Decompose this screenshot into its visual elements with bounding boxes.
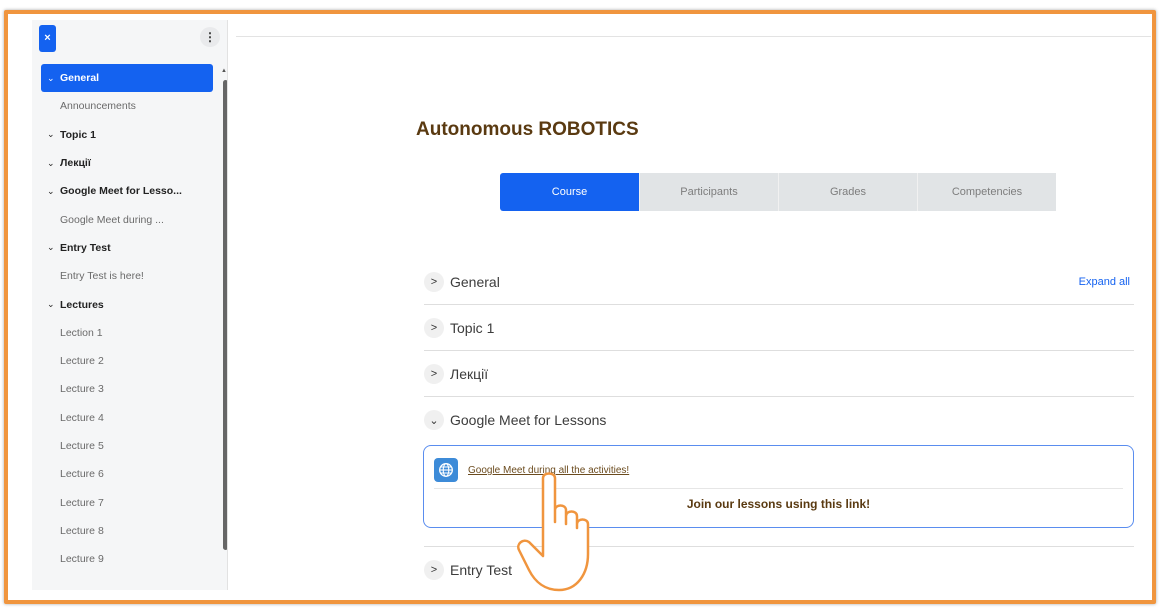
tab-course[interactable]: Course: [500, 173, 639, 211]
drawer-section-item[interactable]: ⌄ Topic 1: [41, 121, 213, 149]
drawer-item-label: Entry Test: [60, 241, 111, 254]
drawer-activity-item[interactable]: Lecture 8: [41, 517, 213, 545]
drawer-activity-item[interactable]: Lecture 7: [41, 488, 213, 516]
section-title[interactable]: Лекції: [450, 366, 488, 382]
course-index-list: ⌄ General Announcements ⌄ Topic 1 ⌄ Лекції ⌄ Goo…: [41, 64, 213, 573]
section-title[interactable]: General: [450, 274, 500, 290]
expand-all-link[interactable]: Expand all: [1079, 276, 1130, 288]
chevron-down-icon[interactable]: ⌄: [47, 129, 60, 140]
drawer-item-label: Lecture 2: [60, 355, 104, 368]
chevron-right-icon[interactable]: >: [424, 559, 444, 580]
drawer-activity-item[interactable]: Lecture 3: [41, 375, 213, 403]
drawer-item-label: Google Meet during ...: [60, 213, 164, 226]
drawer-item-label: Announcements: [60, 100, 136, 113]
chevron-down-icon[interactable]: ⌄: [47, 242, 60, 253]
chevron-down-icon[interactable]: ⌄: [47, 299, 60, 310]
drawer-activity-item[interactable]: Lecture 5: [41, 432, 213, 460]
section-google-meet[interactable]: ⌄ Google Meet for Lessons: [424, 397, 1134, 443]
drawer-item-label: Lecture 6: [60, 468, 104, 481]
drawer-section-item[interactable]: ⌄ General: [41, 64, 213, 93]
section-title[interactable]: Entry Test: [450, 562, 512, 578]
tab-participants[interactable]: Participants: [639, 173, 778, 211]
drawer-activity-item[interactable]: Lecture 2: [41, 347, 213, 375]
drawer-item-label: Lecture 5: [60, 440, 104, 452]
drawer-item-label: Lecture 8: [60, 524, 104, 537]
course-tabs: Course Participants Grades Competencies: [500, 173, 1056, 211]
scroll-up-arrow[interactable]: ▲: [221, 68, 227, 74]
globe-icon: [434, 458, 458, 482]
drawer-section-item[interactable]: ⌄ Google Meet for Lesso...: [41, 177, 213, 205]
page-title: Autonomous ROBOTICS: [416, 119, 639, 140]
drawer-item-label: Lectures: [60, 298, 104, 311]
section-title[interactable]: Topic 1: [450, 320, 494, 336]
drawer-item-label: Lecture 9: [60, 553, 104, 566]
header-divider: [236, 36, 1151, 37]
tab-grades[interactable]: Grades: [778, 173, 917, 211]
section-topic-1[interactable]: > Topic 1: [424, 305, 1134, 351]
drawer-menu-button[interactable]: ⋮: [200, 27, 220, 47]
chevron-down-icon[interactable]: ⌄: [47, 186, 60, 197]
drawer-item-label: Lecture 7: [60, 496, 104, 509]
drawer-activity-item[interactable]: Google Meet during ...: [41, 205, 213, 233]
drawer-section-item[interactable]: ⌄ Лекції: [41, 149, 213, 177]
drawer-item-label: Lecture 4: [60, 411, 104, 424]
chevron-down-icon[interactable]: ⌄: [424, 410, 444, 430]
drawer-activity-item[interactable]: Entry Test is here!: [41, 262, 213, 290]
chevron-down-icon[interactable]: ⌄: [47, 158, 60, 169]
section-lektsii[interactable]: > Лекції: [424, 351, 1134, 397]
pointing-hand-icon: [515, 470, 601, 605]
section-general[interactable]: > General Expand all: [424, 259, 1134, 305]
drawer-item-label: Google Meet for Lesso...: [60, 185, 182, 198]
drawer-item-label: Entry Test is here!: [60, 270, 144, 283]
drawer-activity-item[interactable]: Lecture 6: [41, 460, 213, 488]
course-index-drawer: × ⋮ ⌄ General Announcements ⌄ Topic 1 ⌄ Лекції…: [32, 20, 228, 590]
drawer-activity-item[interactable]: Lection 1: [41, 319, 213, 347]
drawer-section-item[interactable]: ⌄ Entry Test: [41, 234, 213, 262]
close-drawer-button[interactable]: ×: [39, 25, 56, 52]
section-title[interactable]: Google Meet for Lessons: [450, 412, 606, 428]
drawer-activity-item[interactable]: Lecture 4: [41, 404, 213, 432]
tab-competencies[interactable]: Competencies: [917, 173, 1056, 211]
drawer-item-label: General: [60, 72, 100, 85]
chevron-down-icon[interactable]: ⌄: [47, 73, 60, 84]
chevron-right-icon[interactable]: >: [424, 363, 444, 384]
drawer-item-label: Lecture 3: [60, 383, 104, 396]
drawer-section-item[interactable]: ⌄ Lectures: [41, 290, 213, 318]
drawer-scrollbar[interactable]: [223, 80, 227, 550]
drawer-activity-item[interactable]: Lecture 9: [41, 545, 213, 573]
chevron-right-icon[interactable]: >: [424, 317, 444, 338]
drawer-item-label: Topic 1: [60, 128, 96, 141]
drawer-item-label: Lection 1: [60, 326, 103, 339]
drawer-activity-item[interactable]: Announcements: [41, 92, 213, 120]
drawer-item-label: Лекції: [60, 157, 91, 170]
chevron-right-icon[interactable]: >: [424, 271, 444, 292]
